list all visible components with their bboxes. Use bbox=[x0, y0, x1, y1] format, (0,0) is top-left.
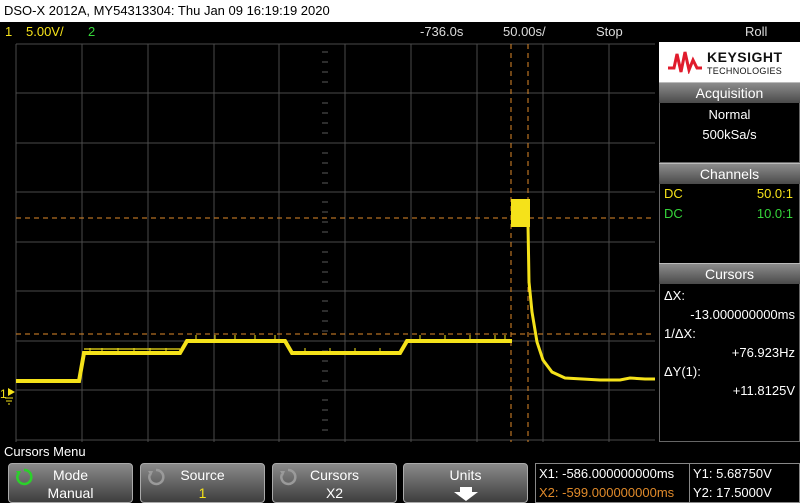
run-state: Stop bbox=[596, 24, 623, 39]
acquisition-mode: Normal bbox=[708, 107, 751, 122]
x2-readout: X2: -599.000000000ms bbox=[539, 485, 675, 500]
inverse-delta-x-value: +76.923Hz bbox=[731, 345, 795, 360]
acquisition-mode-label: Roll bbox=[745, 24, 768, 39]
cursors-header: Cursors bbox=[659, 263, 800, 284]
menu-title: Cursors Menu bbox=[4, 444, 86, 459]
keysight-wave-icon bbox=[668, 51, 702, 74]
keysight-logo: KEYSIGHT TECHNOLOGIES bbox=[659, 42, 800, 82]
waveform-display[interactable]: 1 bbox=[0, 42, 659, 442]
cursors-softkey-value: X2 bbox=[325, 485, 344, 501]
cursors-softkey[interactable]: Cursors X2 bbox=[272, 463, 397, 503]
y-cursor-readout: Y1: 5.68750V Y2: 17.5000V bbox=[689, 463, 800, 503]
logo-brand: KEYSIGHT bbox=[707, 49, 783, 65]
y1-readout: Y1: 5.68750V bbox=[693, 466, 772, 481]
x-cursor-readout: X1: -586.000000000ms X2: -599.000000000m… bbox=[535, 463, 690, 503]
cursors-panel[interactable]: Cursors ΔX: -13.000000000ms 1/ΔX: +76.92… bbox=[659, 263, 800, 442]
channels-panel[interactable]: Channels DC 50.0:1 DC 10.0:1 bbox=[659, 163, 800, 264]
horizontal-delay[interactable]: -736.0s bbox=[420, 22, 463, 42]
status-bar: 1 5.00V/ 2 -736.0s 50.00s/ Stop Roll bbox=[0, 22, 800, 42]
source-softkey-value: 1 bbox=[198, 485, 207, 501]
x1-readout: X1: -586.000000000ms bbox=[539, 466, 675, 481]
channel1-scale[interactable]: 5.00V/ bbox=[26, 22, 64, 42]
sample-rate: 500kSa/s bbox=[702, 127, 757, 142]
mode-softkey[interactable]: Mode Manual bbox=[8, 463, 133, 503]
delta-y-value: +11.8125V bbox=[732, 383, 795, 398]
timebase-scale[interactable]: 50.00s/ bbox=[503, 22, 546, 42]
mode-softkey-label: Mode bbox=[52, 467, 89, 483]
mode-softkey-value: Manual bbox=[47, 485, 94, 501]
channel1-coupling: DC bbox=[664, 186, 683, 201]
channel2-number[interactable]: 2 bbox=[88, 22, 95, 42]
channel2-coupling: DC bbox=[664, 206, 683, 221]
y2-readout: Y2: 17.5000V bbox=[693, 485, 772, 500]
channel1-row[interactable]: DC 50.0:1 bbox=[660, 184, 799, 204]
logo-sub: TECHNOLOGIES bbox=[707, 66, 783, 76]
svg-text:1: 1 bbox=[0, 387, 7, 401]
units-softkey[interactable]: Units bbox=[403, 463, 528, 503]
channel1-probe: 50.0:1 bbox=[756, 186, 793, 201]
source-softkey-label: Source bbox=[180, 467, 225, 483]
acquisition-header: Acquisition bbox=[659, 82, 800, 103]
cursors-softkey-label: Cursors bbox=[309, 467, 359, 483]
acquisition-panel[interactable]: Acquisition Normal 500kSa/s bbox=[659, 82, 800, 163]
channel2-row[interactable]: DC 10.0:1 bbox=[660, 204, 799, 224]
submenu-arrow-icon bbox=[454, 487, 478, 501]
window-title: DSO-X 2012A, MY54313304: Thu Jan 09 16:1… bbox=[0, 0, 800, 22]
delta-y-label: ΔY(1): bbox=[664, 364, 701, 379]
units-softkey-label: Units bbox=[449, 467, 482, 483]
channel2-probe: 10.0:1 bbox=[756, 206, 793, 221]
channels-header: Channels bbox=[659, 163, 800, 184]
delta-x-value: -13.000000000ms bbox=[690, 307, 795, 322]
channel1-number[interactable]: 1 bbox=[5, 22, 12, 42]
delta-x-label: ΔX: bbox=[664, 288, 685, 303]
inverse-delta-x-label: 1/ΔX: bbox=[664, 326, 696, 341]
source-softkey[interactable]: Source 1 bbox=[140, 463, 265, 503]
